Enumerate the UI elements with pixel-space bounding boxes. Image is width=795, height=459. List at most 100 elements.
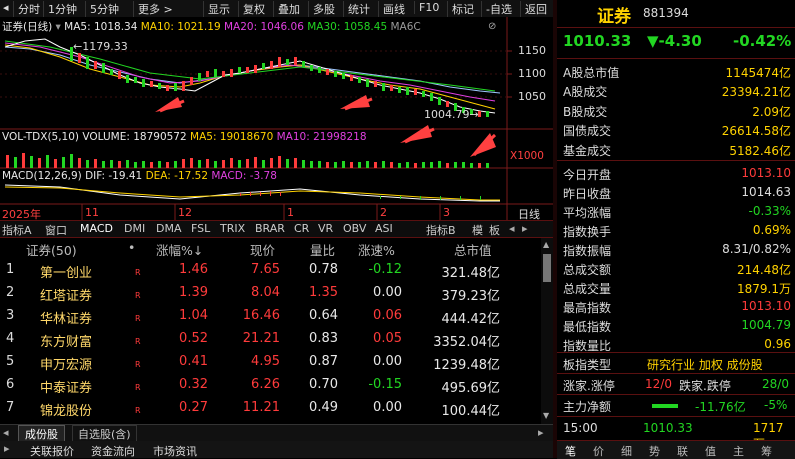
tab-template[interactable]: 模 <box>472 222 483 238</box>
row-number: 3 <box>6 308 15 323</box>
macd-value: MACD: -3.78 <box>211 170 277 182</box>
tab-asi[interactable]: ASI <box>375 222 393 235</box>
scroll-up-icon[interactable]: ▲ <box>543 240 549 249</box>
table-row[interactable]: 7 锦龙股份 R 0.27 11.21 0.49 0.00 100.44亿 <box>0 397 540 420</box>
net-pct: -5% <box>764 398 788 412</box>
status-arrow-icon[interactable]: ▸ <box>4 442 10 455</box>
tabs-prev-icon[interactable]: ◂ <box>509 222 515 235</box>
tab-dmi[interactable]: DMI <box>124 222 145 235</box>
stat-row: 指数换手 0.69% <box>557 221 795 240</box>
toolbar-fav[interactable]: -自选 <box>481 1 516 17</box>
toolbar-5min[interactable]: 5分钟 <box>85 1 123 17</box>
row-name[interactable]: 中泰证券 <box>40 377 92 396</box>
header-price[interactable]: 现价 <box>250 240 275 259</box>
row-speed: 0.06 <box>373 308 402 323</box>
stat-value: 1014.63 <box>741 185 791 199</box>
board-type-row: 板指类型 研究行业 加权 成份股 <box>557 354 795 374</box>
toolbar-restore[interactable]: 复权 <box>238 1 269 17</box>
toolbar-icon[interactable]: ◂ <box>3 1 9 14</box>
table-row[interactable]: 5 申万宏源 R 0.41 4.95 0.87 0.00 1239.48亿 <box>0 351 540 374</box>
header-speed[interactable]: 涨速% <box>358 240 395 259</box>
quote-tab[interactable]: 价 <box>593 443 604 459</box>
volume-legend: VOL-TDX(5,10) VOLUME: 18790572 MA5: 1901… <box>2 131 367 143</box>
tabs-next-icon[interactable]: ▸ <box>522 222 528 235</box>
price-legend: 证券(日线) ▾ MA5: 1018.34 MA10: 1021.19 MA20… <box>2 19 421 34</box>
tab-vr[interactable]: VR <box>318 222 333 235</box>
bottom-tabs-prev-icon[interactable]: ◂ <box>3 426 9 439</box>
tab-fsl[interactable]: FSL <box>191 222 210 235</box>
toolbar-more[interactable]: 更多 > <box>133 1 177 17</box>
stat-row: 最高指数 1013.10 <box>557 297 795 316</box>
tab-board[interactable]: 板 <box>489 222 500 238</box>
quote-tab[interactable]: 笔 <box>565 443 576 459</box>
tab-dma[interactable]: DMA <box>156 222 182 235</box>
toolbar-fenshi[interactable]: 分时 <box>13 1 44 17</box>
table-row[interactable]: 1 第一创业 R 1.46 7.65 0.78 -0.12 321.48亿 <box>0 259 540 282</box>
net-label: 主力净额 <box>563 400 612 414</box>
status-market-news[interactable]: 市场资讯 <box>153 443 197 459</box>
status-fund-flow[interactable]: 资金流向 <box>91 443 135 459</box>
date-feb: 2 <box>380 206 387 219</box>
row-ratio: 0.87 <box>309 354 338 369</box>
toolbar-multi[interactable]: 多股 <box>308 1 339 17</box>
row-name[interactable]: 锦龙股份 <box>40 400 92 419</box>
quote-tab[interactable]: 值 <box>705 443 716 459</box>
table-row[interactable]: 4 东方财富 R 0.52 21.21 0.83 0.05 3352.04亿 <box>0 328 540 351</box>
scroll-thumb[interactable] <box>543 254 551 282</box>
row-name[interactable]: 东方财富 <box>40 331 92 350</box>
scroll-down-icon[interactable]: ▼ <box>543 411 549 420</box>
status-related-quote[interactable]: 关联报价 <box>30 443 74 459</box>
tab-cr[interactable]: CR <box>294 222 309 235</box>
quote-tab[interactable]: 联 <box>677 443 688 459</box>
fall-label: 跌家.跌停 <box>679 379 731 393</box>
toolbar-back[interactable]: 返回 <box>520 1 551 17</box>
header-ratio[interactable]: 量比 <box>310 240 335 259</box>
toolbar-stats[interactable]: 统计 <box>343 1 374 17</box>
row-pct: 1.04 <box>179 308 208 323</box>
toolbar-display[interactable]: 显示 <box>203 1 234 17</box>
row-margin-mark: R <box>135 406 141 415</box>
stat-value: 1013.10 <box>741 299 791 313</box>
tab-indicator-b[interactable]: 指标B <box>426 222 456 238</box>
quote-tab[interactable]: 主 <box>733 443 744 459</box>
stat-label: 昨日收盘 <box>563 187 612 201</box>
row-name[interactable]: 红塔证券 <box>40 285 92 304</box>
toolbar-overlay[interactable]: 叠加 <box>273 1 304 17</box>
toolbar-1min[interactable]: 1分钟 <box>43 1 81 17</box>
stat-row: 国债成交 26614.58亿 <box>557 120 795 139</box>
tab-indicator-a[interactable]: 指标A <box>2 222 32 238</box>
tab-brar[interactable]: BRAR <box>255 222 285 235</box>
price-change: ▼-4.30 <box>647 32 702 50</box>
toolbar-f10[interactable]: F10 <box>414 1 443 14</box>
header-cap[interactable]: 总市值 <box>454 240 492 259</box>
tab-macd[interactable]: MACD <box>80 222 113 235</box>
legend-dropdown-icon[interactable]: ▾ <box>56 21 61 33</box>
quote-bottom-tabs: 笔价细势联值主筹 <box>557 440 795 459</box>
quote-tab[interactable]: 势 <box>649 443 660 459</box>
row-name[interactable]: 第一创业 <box>40 262 92 281</box>
row-speed: 0.05 <box>373 331 402 346</box>
table-row[interactable]: 6 中泰证券 R 0.32 6.26 0.70 -0.15 495.69亿 <box>0 374 540 397</box>
header-pct[interactable]: 涨幅%↓ <box>156 240 203 259</box>
table-header: 证券(50) • 涨幅%↓ 现价 量比 涨速% 总市值 <box>0 237 553 259</box>
quote-tab[interactable]: 筹 <box>761 443 772 459</box>
table-row[interactable]: 2 红塔证券 R 1.39 8.04 1.35 0.00 379.23亿 <box>0 282 540 305</box>
legend-collapse-icon[interactable]: ⊘ <box>488 21 496 32</box>
kline-chart-panel[interactable]: 证券(日线) ▾ MA5: 1018.34 MA10: 1021.19 MA20… <box>0 17 553 221</box>
tab-obv[interactable]: OBV <box>343 222 366 235</box>
bottom-scroll-right-icon[interactable]: ▸ <box>538 426 544 439</box>
net-flow-row: 主力净额 -11.76亿 -5% <box>557 395 795 417</box>
list-scrollbar[interactable]: ▲ ▼ <box>541 238 553 424</box>
tab-window[interactable]: 窗口 <box>45 222 67 238</box>
toolbar-mark[interactable]: 标记 <box>447 1 478 17</box>
row-ratio: 0.78 <box>309 262 338 277</box>
vol-indicator-label: VOL-TDX(5,10) <box>2 131 80 143</box>
toolbar-draw[interactable]: 画线 <box>378 1 409 17</box>
price-pct: -0.42% <box>733 32 792 50</box>
table-row[interactable]: 3 华林证券 R 1.04 16.46 0.64 0.06 444.42亿 <box>0 305 540 328</box>
row-name[interactable]: 华林证券 <box>40 308 92 327</box>
quote-tab[interactable]: 细 <box>621 443 632 459</box>
header-name[interactable]: 证券(50) <box>26 240 77 259</box>
tab-trix[interactable]: TRIX <box>220 222 245 235</box>
row-name[interactable]: 申万宏源 <box>40 354 92 373</box>
